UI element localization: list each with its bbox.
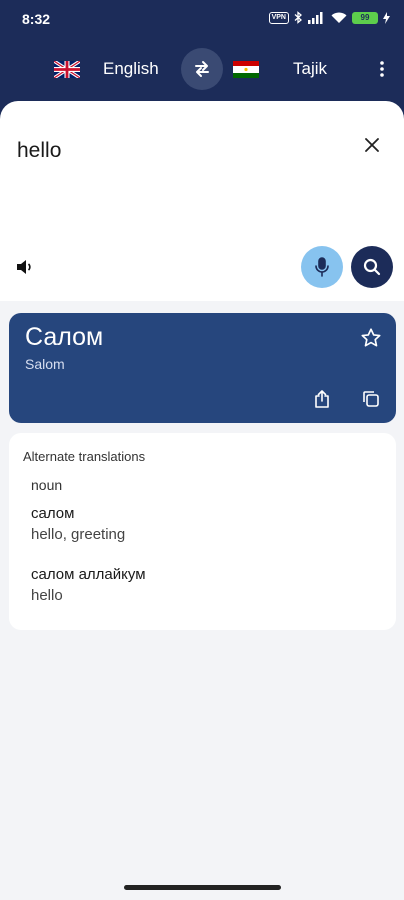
uk-flag-icon[interactable] (54, 61, 80, 78)
alternate-translations-title: Alternate translations (23, 449, 146, 464)
language-bar: English Tajik (0, 44, 404, 94)
status-time: 8:32 (22, 11, 51, 27)
translation-text: Салом (25, 323, 104, 351)
overflow-menu-button[interactable] (370, 56, 394, 82)
alternate-word: салом аллайкум (31, 566, 146, 583)
wifi-icon (331, 12, 347, 23)
favorite-button[interactable] (358, 325, 384, 351)
list-item[interactable]: салом hello, greeting (31, 504, 125, 546)
swap-languages-button[interactable] (181, 48, 223, 90)
share-icon (315, 390, 329, 408)
vpn-icon: VPN (268, 11, 289, 24)
copy-button[interactable] (359, 387, 383, 411)
star-icon (361, 328, 381, 347)
voice-input-button[interactable] (301, 246, 343, 288)
translation-result-card: Салом Salom (9, 313, 396, 423)
alternate-translations-card: Alternate translations noun салом hello,… (9, 433, 396, 630)
copy-icon (363, 391, 379, 407)
close-icon (365, 138, 379, 152)
alternate-meaning: hello (31, 587, 63, 604)
transliteration-text: Salom (25, 356, 65, 372)
source-text-input[interactable]: hello (17, 139, 61, 163)
bluetooth-icon (294, 11, 302, 24)
input-panel: hello (0, 101, 404, 301)
part-of-speech-label: noun (31, 477, 63, 493)
charging-icon (383, 11, 390, 24)
status-bar: 8:32 VPN 99 (0, 0, 404, 38)
signal-icon (308, 11, 323, 24)
alternate-meaning: hello, greeting (31, 526, 126, 543)
share-button[interactable] (310, 387, 334, 411)
source-language-selector[interactable]: English (103, 59, 159, 79)
alternate-word: салом (31, 505, 75, 522)
battery-icon: 99 (352, 11, 378, 24)
microphone-icon (315, 257, 329, 277)
clear-input-button[interactable] (358, 131, 386, 159)
speak-source-button[interactable] (14, 256, 36, 278)
more-vertical-icon (380, 61, 384, 77)
speaker-icon (17, 260, 31, 274)
translate-search-button[interactable] (351, 246, 393, 288)
search-icon (363, 258, 381, 276)
swap-arrows-icon (195, 61, 209, 77)
tajikistan-flag-icon[interactable] (233, 61, 259, 78)
target-language-selector[interactable]: Tajik (293, 59, 327, 79)
home-indicator[interactable] (124, 885, 281, 890)
list-item[interactable]: салом аллайкум hello (31, 565, 146, 607)
system-icons: VPN 99 (268, 11, 390, 24)
